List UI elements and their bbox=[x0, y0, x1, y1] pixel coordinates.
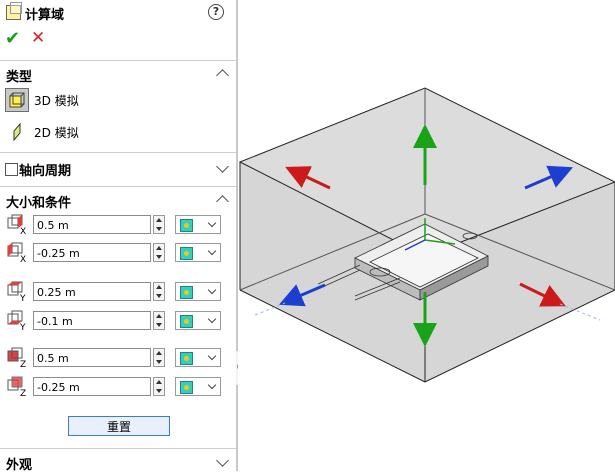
divider bbox=[0, 448, 236, 449]
section-header-axial-periodicity[interactable]: 轴向周期 bbox=[19, 160, 71, 179]
chevron-down-icon bbox=[207, 218, 217, 228]
ok-button[interactable]: ✔ bbox=[5, 28, 23, 49]
boundary-condition-icon bbox=[180, 315, 193, 328]
chevron-down-icon bbox=[207, 246, 217, 256]
3d-cube-icon bbox=[9, 92, 25, 108]
z-max-spinner[interactable] bbox=[153, 348, 165, 367]
domain-3d-view bbox=[238, 87, 615, 383]
boundary-condition-icon bbox=[180, 219, 193, 232]
z-min-spinner[interactable] bbox=[153, 377, 165, 396]
y-min-spinner[interactable] bbox=[153, 311, 165, 330]
boundary-condition-icon bbox=[180, 381, 193, 394]
z-min-condition-dropdown[interactable] bbox=[175, 377, 221, 396]
3d-simulation-button[interactable] bbox=[5, 88, 29, 112]
chevron-up-icon[interactable] bbox=[216, 69, 229, 82]
svg-text:Y: Y bbox=[19, 323, 26, 331]
graphics-viewport[interactable] bbox=[238, 0, 615, 471]
divider bbox=[0, 186, 236, 187]
z-min-face-icon: Z bbox=[6, 375, 28, 399]
x-min-input[interactable]: -0.25 m bbox=[33, 243, 151, 262]
property-manager-panel: 计算域 ? ✔ ✕ 类型 3D 模拟 2D 模拟 轴向周期 大小和条件 X 0.… bbox=[0, 0, 236, 473]
x-icon: ✕ bbox=[31, 28, 46, 48]
divider bbox=[0, 152, 236, 153]
chevron-down-icon[interactable] bbox=[216, 454, 229, 467]
section-header-appearance[interactable]: 外观 bbox=[6, 454, 32, 473]
x-min-condition-dropdown[interactable] bbox=[175, 243, 221, 262]
x-max-spinner[interactable] bbox=[153, 215, 165, 234]
boundary-condition-icon bbox=[180, 247, 193, 260]
x-min-spinner[interactable] bbox=[153, 243, 165, 262]
checkmark-icon: ✔ bbox=[5, 28, 21, 49]
boundary-condition-icon bbox=[180, 352, 193, 365]
help-button[interactable]: ? bbox=[208, 4, 224, 20]
3d-simulation-label: 3D 模拟 bbox=[34, 94, 79, 108]
y-min-input[interactable]: -0.1 m bbox=[33, 311, 151, 330]
z-max-face-icon: Z bbox=[6, 346, 28, 370]
y-max-spinner[interactable] bbox=[153, 282, 165, 301]
y-min-face-icon: Y bbox=[6, 309, 28, 333]
svg-text:Y: Y bbox=[19, 294, 26, 302]
z-min-input[interactable]: -0.25 m bbox=[33, 377, 151, 396]
svg-text:X: X bbox=[20, 227, 26, 235]
svg-text:Z: Z bbox=[20, 360, 26, 368]
x-max-condition-dropdown[interactable] bbox=[175, 215, 221, 234]
z-max-input[interactable]: 0.5 m bbox=[33, 348, 151, 367]
z-max-condition-dropdown[interactable] bbox=[175, 348, 221, 367]
svg-text:Z: Z bbox=[20, 389, 26, 397]
chevron-down-icon[interactable] bbox=[216, 160, 229, 173]
y-max-face-icon: Y bbox=[6, 280, 28, 304]
svg-text:X: X bbox=[20, 255, 26, 263]
y-min-condition-dropdown[interactable] bbox=[175, 311, 221, 330]
y-max-input[interactable]: 0.25 m bbox=[33, 282, 151, 301]
divider bbox=[0, 60, 236, 61]
axial-periodicity-checkbox[interactable] bbox=[5, 163, 18, 176]
chevron-down-icon bbox=[207, 380, 217, 390]
cancel-button[interactable]: ✕ bbox=[31, 28, 49, 48]
chevron-down-icon bbox=[207, 351, 217, 361]
chevron-up-icon[interactable] bbox=[216, 195, 229, 208]
reset-button[interactable]: 重置 bbox=[68, 416, 170, 436]
x-min-face-icon: X bbox=[6, 241, 28, 265]
2d-plane-icon bbox=[13, 122, 21, 142]
section-header-type[interactable]: 类型 bbox=[6, 66, 32, 85]
chevron-down-icon bbox=[207, 285, 217, 295]
2d-simulation-button[interactable] bbox=[5, 120, 29, 144]
panel-header: 计算域 ? bbox=[0, 0, 236, 26]
panel-title: 计算域 bbox=[25, 8, 65, 23]
x-max-face-icon: X bbox=[6, 213, 28, 237]
2d-simulation-label: 2D 模拟 bbox=[34, 126, 79, 140]
section-header-size-conditions[interactable]: 大小和条件 bbox=[6, 192, 71, 211]
x-max-input[interactable]: 0.5 m bbox=[33, 215, 151, 234]
chevron-down-icon bbox=[207, 314, 217, 324]
boundary-condition-icon bbox=[180, 286, 193, 299]
y-max-condition-dropdown[interactable] bbox=[175, 282, 221, 301]
computational-domain-icon bbox=[6, 2, 22, 20]
